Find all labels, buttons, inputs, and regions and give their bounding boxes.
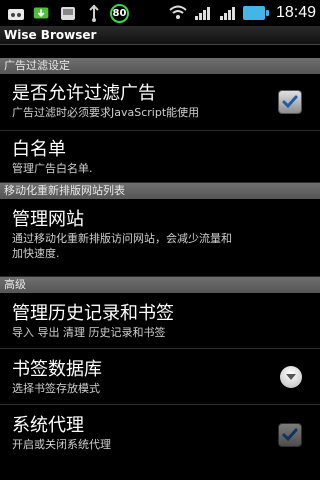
setting-title: 书签数据库 <box>12 359 102 380</box>
wifi-icon <box>168 3 188 23</box>
setting-history-bookmarks[interactable]: 管理历史记录和书签 导入 导出 清理 历史记录和书签 <box>0 293 320 349</box>
setting-whitelist[interactable]: 白名单 管理广告白名单. <box>0 131 320 183</box>
setting-title: 管理历史记录和书签 <box>12 303 174 324</box>
setting-manage-sites[interactable]: 管理网站 通过移动化重新排版访问网站，会减少流量和 加快速度. <box>0 199 320 277</box>
chevron-down-icon[interactable] <box>280 365 302 388</box>
setting-title: 系统代理 <box>12 415 84 436</box>
setting-system-proxy[interactable]: 系统代理 开启或关闭系统代理 <box>0 405 320 465</box>
section-header-ad-filter: 广告过滤设定 <box>0 58 320 74</box>
setting-summary: 选择书签存放模式 <box>12 382 100 395</box>
setting-allow-ad-filter[interactable]: 是否允许过滤广告 广告过滤时必须要求JavaScript能使用 <box>0 74 320 131</box>
app-notification-icon <box>6 3 26 23</box>
signal-icon <box>193 3 213 23</box>
section-header-mobile-rearrange: 移动化重新排版网站列表 <box>0 183 320 199</box>
app-title: Wise Browser <box>4 28 97 42</box>
checkmark-icon <box>282 95 298 109</box>
download-app-icon <box>32 3 52 23</box>
system-proxy-checkbox[interactable] <box>278 423 302 447</box>
section-header-advanced: 高级 <box>0 277 320 293</box>
setting-summary-line2: 加快速度. <box>12 247 60 260</box>
setting-summary-line1: 通过移动化重新排版访问网站，会减少流量和 <box>12 232 232 245</box>
allow-ad-filter-checkbox[interactable] <box>278 90 302 114</box>
setting-summary: 管理广告白名单. <box>12 162 93 175</box>
usb-icon <box>84 3 104 23</box>
percentage-badge-icon: 80 <box>110 3 129 23</box>
setting-title: 是否允许过滤广告 <box>12 83 156 104</box>
status-bar: 80 18:49 <box>0 0 320 26</box>
title-bar: Wise Browser <box>0 26 320 45</box>
settings-list: 广告过滤设定 是否允许过滤广告 广告过滤时必须要求JavaScript能使用 白… <box>0 44 320 465</box>
setting-summary: 广告过滤时必须要求JavaScript能使用 <box>12 106 200 119</box>
setting-bookmark-database[interactable]: 书签数据库 选择书签存放模式 <box>0 349 320 405</box>
setting-summary: 导入 导出 清理 历史记录和书签 <box>12 326 166 339</box>
signal-icon-secondary <box>218 3 238 23</box>
setting-title: 管理网站 <box>12 209 84 230</box>
clock: 18:49 <box>275 4 316 21</box>
notification-box-icon <box>58 3 78 23</box>
battery-icon <box>242 6 269 20</box>
setting-title: 白名单 <box>12 139 66 160</box>
setting-summary: 开启或关闭系统代理 <box>12 438 111 451</box>
checkmark-icon <box>282 428 298 442</box>
